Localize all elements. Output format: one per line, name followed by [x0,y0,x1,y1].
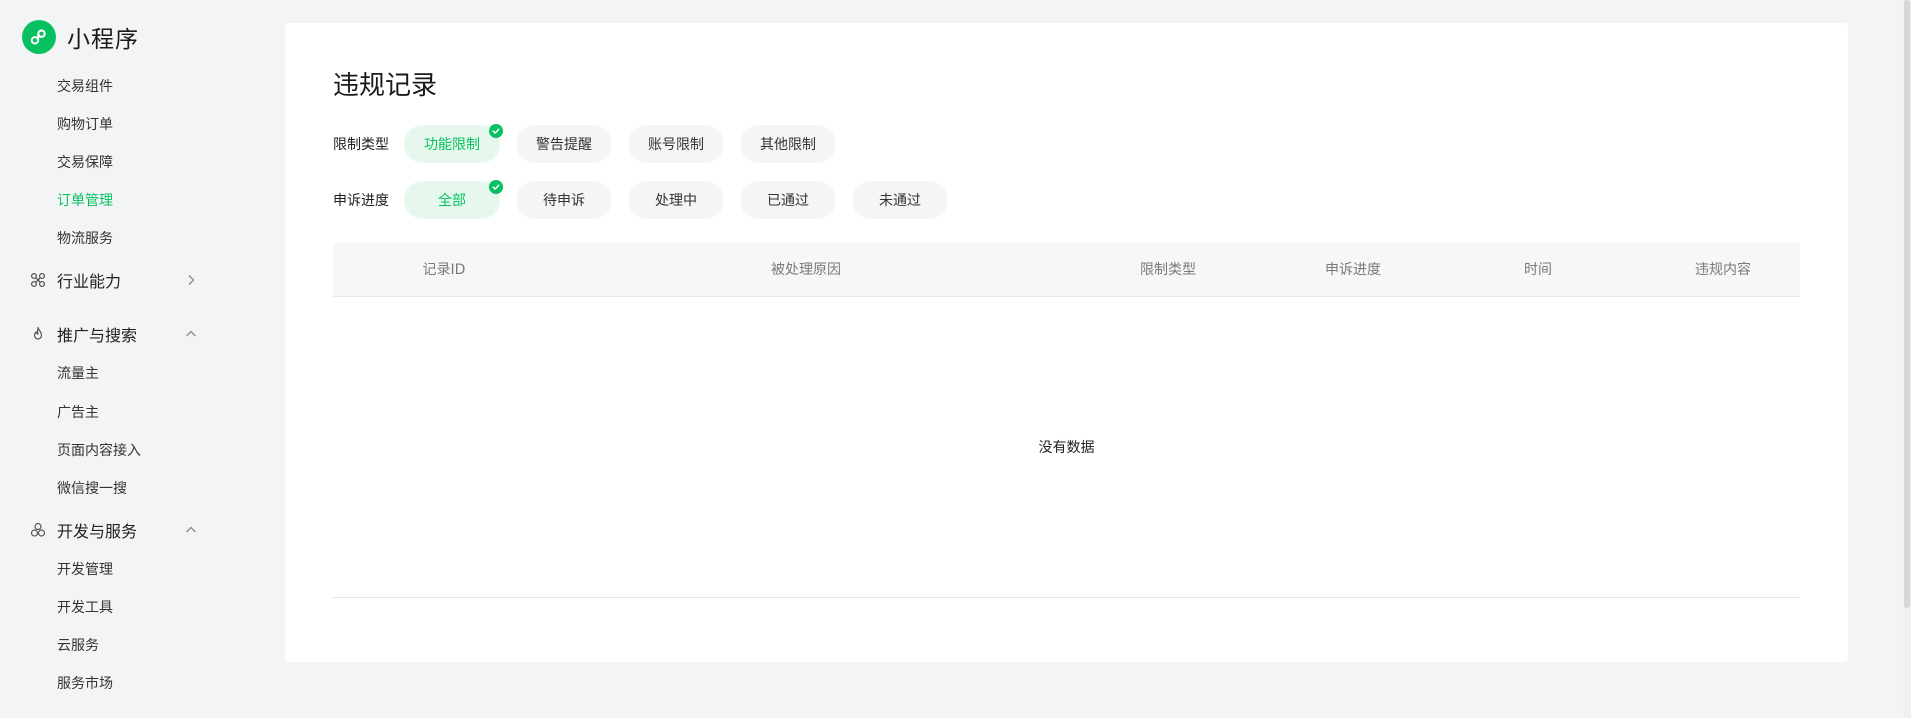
chip-all[interactable]: 全部 [404,180,503,219]
chip-label: 账号限制 [648,137,704,153]
chip-label: 功能限制 [424,137,480,153]
table-header: 记录ID 被处理原因 限制类型 申诉进度 时间 违规内容 [333,243,1800,297]
violation-records-table: 记录ID 被处理原因 限制类型 申诉进度 时间 违规内容 没有数据 [333,243,1800,624]
sidebar-group-label: 开发与服务 [57,522,138,541]
sidebar-item-logistics[interactable]: 物流服务 [57,229,113,249]
column-header-record-id: 记录ID [422,262,466,278]
chip-approved[interactable]: 已通过 [740,181,836,219]
chip-label: 未通过 [879,193,921,209]
cluster-icon [30,522,46,538]
chip-label: 其他限制 [760,137,816,153]
chip-warning-reminder[interactable]: 警告提醒 [516,125,612,163]
sidebar-item-shopping-orders[interactable]: 购物订单 [57,115,113,135]
scrollbar-thumb[interactable] [1904,0,1910,608]
chip-pending-appeal[interactable]: 待申诉 [516,181,612,219]
chip-label: 已通过 [767,193,809,209]
sidebar-item-transaction-component[interactable]: 交易组件 [57,77,113,97]
flame-icon [30,326,46,342]
chip-processing[interactable]: 处理中 [628,181,724,219]
table-bottom-divider [333,597,1800,598]
column-header-violation-content: 违规内容 [1695,262,1751,278]
column-header-time: 时间 [1524,262,1552,278]
page-scrollbar[interactable] [1903,0,1911,718]
hub-icon [30,272,46,288]
chevron-right-icon [184,273,198,287]
chip-rejected[interactable]: 未通过 [852,181,948,219]
chip-label: 警告提醒 [536,137,592,153]
app-title: 小程序 [67,27,139,53]
column-header-reason: 被处理原因 [771,262,841,278]
app-root: 小程序 交易组件 购物订单 交易保障 订单管理 物流服务 行业能力 推广与搜索 … [0,0,1911,718]
chevron-up-icon [184,523,198,537]
chip-label: 全部 [438,193,466,209]
page-title: 违规记录 [333,71,438,101]
sidebar-group-industry[interactable]: 行业能力 [30,268,198,292]
sidebar-group-development[interactable]: 开发与服务 [30,518,198,542]
sidebar: 小程序 交易组件 购物订单 交易保障 订单管理 物流服务 行业能力 推广与搜索 … [0,0,270,718]
main-card: 违规记录 限制类型 功能限制 警告提醒 账号限制 其他限制 申诉进度 全部 待申… [285,23,1848,662]
column-header-restriction-type: 限制类型 [1140,262,1196,278]
filter-label: 申诉进度 [333,193,389,209]
empty-state: 没有数据 [1038,440,1095,456]
chip-other-restriction[interactable]: 其他限制 [740,125,836,163]
sidebar-item-dev-management[interactable]: 开发管理 [57,560,113,580]
chip-label: 处理中 [655,193,697,209]
sidebar-group-label: 行业能力 [57,272,122,291]
filter-restriction-type: 限制类型 功能限制 警告提醒 账号限制 其他限制 [333,124,852,163]
sidebar-item-dev-tools[interactable]: 开发工具 [57,598,113,618]
filter-label: 限制类型 [333,137,389,153]
sidebar-item-order-management[interactable]: 订单管理 [57,191,113,211]
sidebar-item-page-content-access[interactable]: 页面内容接入 [57,441,141,461]
chip-account-restriction[interactable]: 账号限制 [628,125,724,163]
sidebar-item-service-market[interactable]: 服务市场 [57,674,113,694]
brand[interactable]: 小程序 [22,20,139,54]
mini-program-logo-icon [22,20,56,54]
sidebar-group-label: 推广与搜索 [57,326,138,345]
sidebar-item-traffic-owner[interactable]: 流量主 [57,364,99,384]
sidebar-item-transaction-guarantee[interactable]: 交易保障 [57,153,113,173]
chip-function-restriction[interactable]: 功能限制 [404,124,503,163]
column-header-appeal-progress: 申诉进度 [1325,262,1381,278]
filter-appeal-progress: 申诉进度 全部 待申诉 处理中 已通过 未通过 [333,180,964,219]
sidebar-item-wechat-search[interactable]: 微信搜一搜 [57,479,127,499]
sidebar-item-cloud-service[interactable]: 云服务 [57,636,99,656]
chevron-up-icon [184,327,198,341]
chip-label: 待申诉 [543,193,585,209]
check-icon [489,124,503,138]
sidebar-group-promotion[interactable]: 推广与搜索 [30,322,198,346]
check-icon [489,180,503,194]
sidebar-item-advertiser[interactable]: 广告主 [57,403,99,423]
